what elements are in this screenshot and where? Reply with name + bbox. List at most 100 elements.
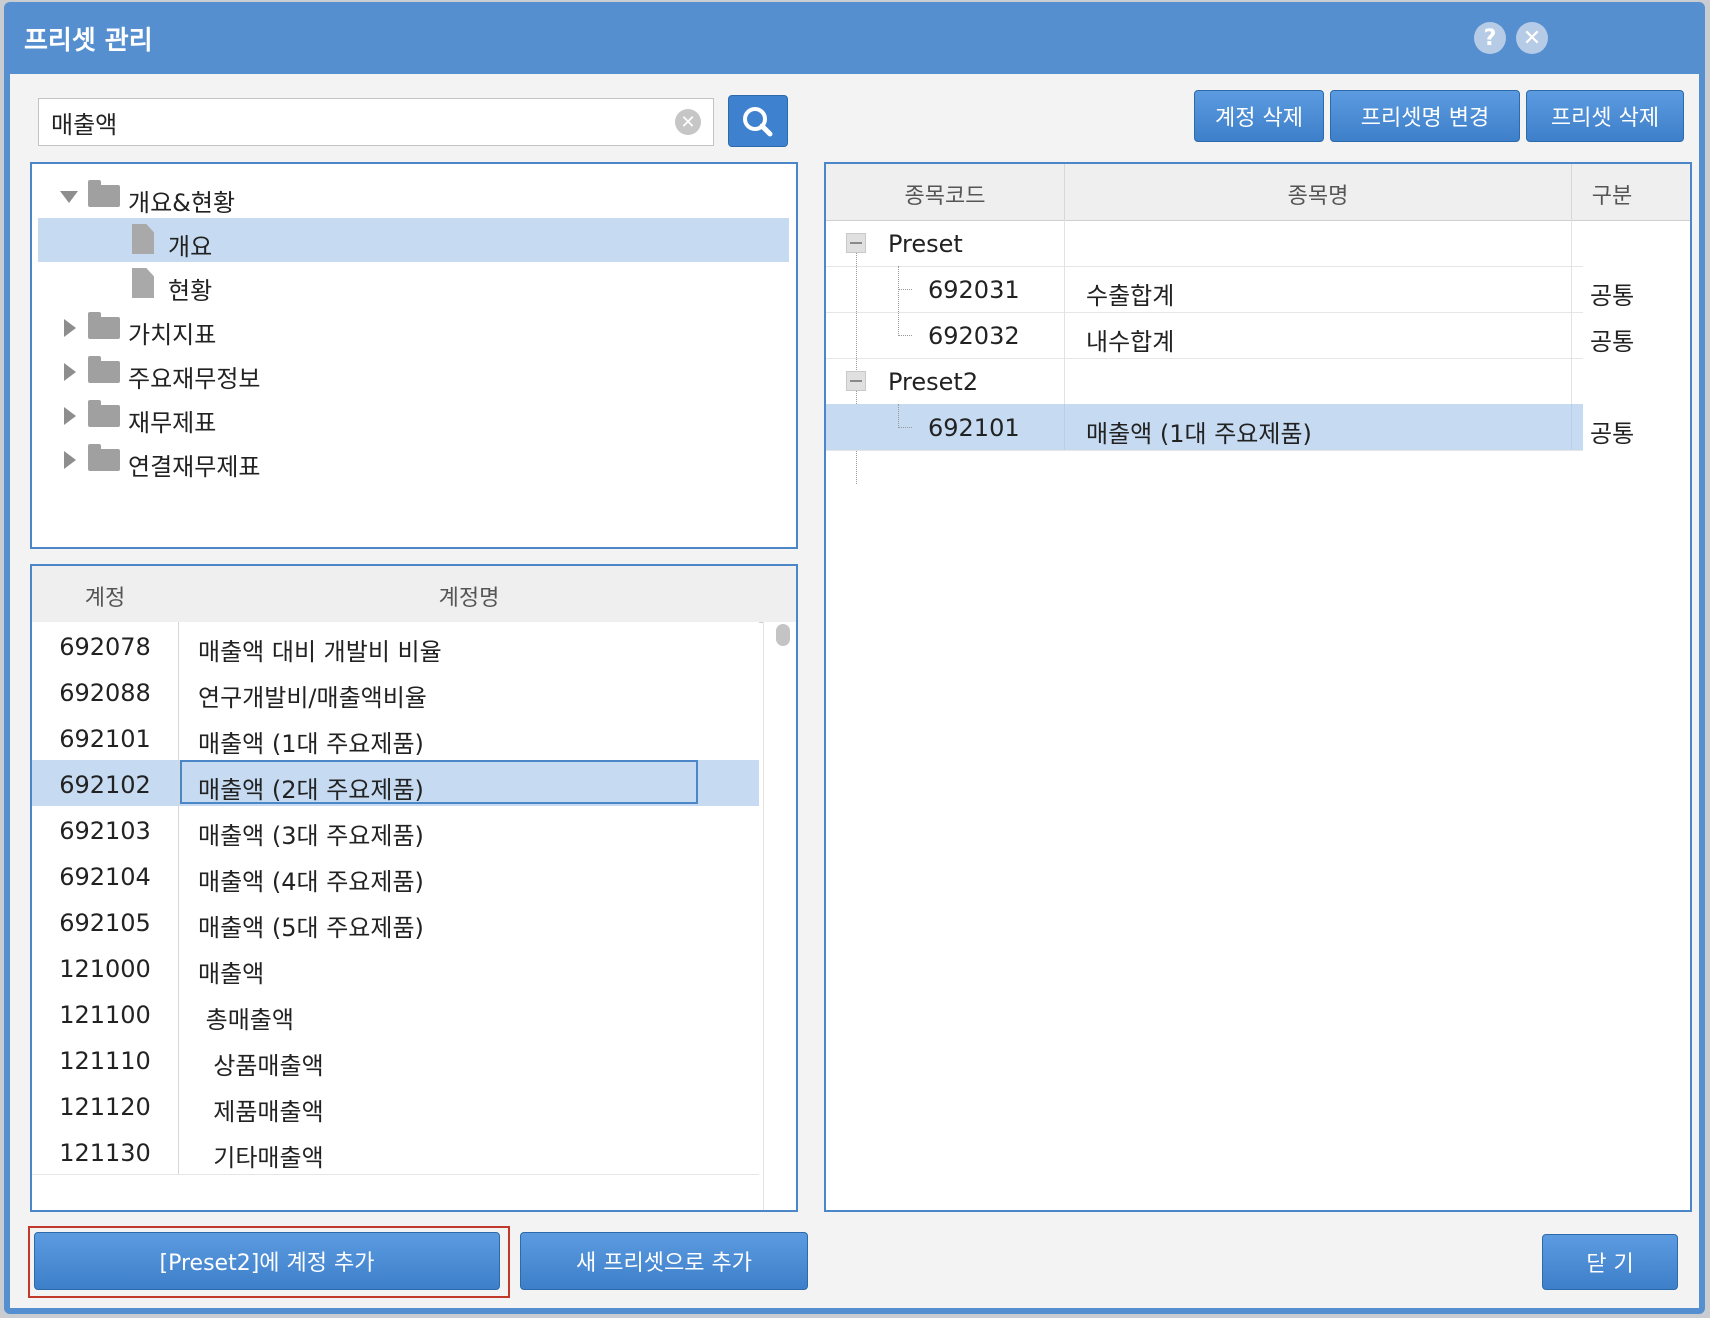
account-code: 121130	[59, 1139, 151, 1167]
search-button[interactable]	[728, 95, 788, 147]
tree-item-status[interactable]: 현황	[32, 262, 796, 306]
table-row[interactable]: 121130 기타매출액	[32, 1128, 759, 1175]
document-icon	[132, 268, 154, 298]
add-to-preset-button[interactable]: [Preset2]에 계정 추가	[34, 1232, 500, 1290]
account-code: 692102	[59, 771, 151, 799]
tree-item-label: 개요&현황	[128, 189, 236, 217]
table-row[interactable]: 692104 매출액 (4대 주요제품)	[32, 852, 759, 899]
search-input[interactable]	[39, 99, 659, 145]
dialog-title: 프리셋 관리	[24, 26, 153, 56]
type-value: 공통	[1590, 282, 1635, 310]
delete-preset-button[interactable]: 프리셋 삭제	[1526, 90, 1684, 142]
account-code: 121110	[59, 1047, 151, 1075]
table-row[interactable]: 692105 매출액 (5대 주요제품)	[32, 898, 759, 945]
help-icon[interactable]: ?	[1474, 22, 1506, 54]
search-box: ✕	[38, 98, 714, 146]
account-name: 매출액 대비 개발비 비율	[198, 638, 442, 666]
preset-group-row[interactable]: Preset	[826, 220, 1583, 267]
collapse-icon[interactable]	[846, 371, 866, 391]
account-name: 매출액	[198, 960, 265, 988]
column-header-name[interactable]: 종목명	[1065, 178, 1571, 210]
table-row[interactable]: 692101 매출액 (1대 주요제품)	[32, 714, 759, 761]
dialog-body: ✕ 계정 삭제 프리셋명 변경 프리셋 삭제 개요&현황 개요	[10, 74, 1699, 1308]
table-row[interactable]: 692031 수출합계 공통	[826, 266, 1634, 313]
tree-item-overview[interactable]: 개요	[38, 218, 789, 262]
account-name: 매출액 (2대 주요제품)	[198, 776, 424, 804]
stock-name: 내수합계	[1086, 328, 1175, 356]
tree-item-label: 재무제표	[128, 409, 217, 437]
scrollbar-thumb[interactable]	[776, 624, 790, 646]
folder-icon	[88, 444, 120, 471]
tree-item-financial-statements[interactable]: 재무제표	[32, 394, 796, 438]
document-icon	[132, 224, 154, 254]
account-code: 692101	[59, 725, 151, 753]
dialog-titlebar: 프리셋 관리 ? ✕	[4, 2, 1705, 74]
table-row[interactable]: 121110 상품매출액	[32, 1036, 759, 1083]
account-code: 121000	[59, 955, 151, 983]
tree-item-key-financials[interactable]: 주요재무정보	[32, 350, 796, 394]
account-code: 692105	[59, 909, 151, 937]
account-code: 692103	[59, 817, 151, 845]
close-icon[interactable]: ✕	[1516, 22, 1548, 54]
account-name: 제품매출액	[198, 1098, 324, 1126]
table-row[interactable]: 692088 연구개발비/매출액비율	[32, 668, 759, 715]
type-value: 공통	[1590, 420, 1635, 448]
account-name: 연구개발비/매출액비율	[198, 684, 427, 712]
stock-code: 692101	[928, 414, 1020, 442]
tree-item-label: 가치지표	[128, 321, 217, 349]
chevron-right-icon[interactable]	[64, 451, 76, 469]
table-row-selected[interactable]: 692101 매출액 (1대 주요제품) 공통	[826, 404, 1634, 451]
account-code: 692088	[59, 679, 151, 707]
stock-code: 692032	[928, 322, 1020, 350]
preset-group-name: Preset	[888, 230, 963, 258]
stock-name: 매출액 (1대 주요제품)	[1086, 420, 1312, 448]
account-name: 총매출액	[198, 1006, 294, 1034]
tree-item-overview-status[interactable]: 개요&현황	[32, 174, 796, 218]
stock-code: 692031	[928, 276, 1020, 304]
account-grid: 계정 계정명 692078 매출액 대비 개발비 비율 692088 연구개발비/매…	[30, 564, 798, 1212]
tree-item-label: 현황	[168, 277, 213, 305]
column-header-code[interactable]: 종목코드	[826, 178, 1064, 210]
table-row[interactable]: 692078 매출액 대비 개발비 비율	[32, 622, 759, 669]
table-row[interactable]: 121000 매출액	[32, 944, 759, 991]
preset-grid-header: 종목코드 종목명 구분	[826, 164, 1690, 221]
add-new-preset-button[interactable]: 새 프리셋으로 추가	[520, 1232, 808, 1290]
preset-grid-body: Preset 692031 수출합계 공통 692032 내수합계 공통 Pre…	[826, 220, 1690, 1210]
chevron-down-icon[interactable]	[60, 191, 78, 203]
chevron-right-icon[interactable]	[64, 407, 76, 425]
table-row-selected[interactable]: 692102 매출액 (2대 주요제품)	[32, 760, 759, 807]
search-icon	[743, 107, 773, 137]
folder-icon	[88, 312, 120, 339]
vertical-scrollbar[interactable]	[763, 622, 796, 1210]
account-name: 매출액 (1대 주요제품)	[198, 730, 424, 758]
table-row[interactable]: 121100 총매출액	[32, 990, 759, 1037]
preset-group-row[interactable]: Preset2	[826, 358, 1583, 405]
column-header-account-name[interactable]: 계정명	[179, 580, 759, 612]
account-grid-header: 계정 계정명	[32, 566, 796, 623]
chevron-right-icon[interactable]	[64, 319, 76, 337]
account-code: 692104	[59, 863, 151, 891]
clear-search-icon[interactable]: ✕	[675, 109, 701, 135]
type-value: 공통	[1590, 328, 1635, 356]
tree-item-value-indicators[interactable]: 가치지표	[32, 306, 796, 350]
close-button[interactable]: 닫 기	[1542, 1234, 1678, 1290]
delete-account-button[interactable]: 계정 삭제	[1194, 90, 1324, 142]
collapse-icon[interactable]	[846, 233, 866, 253]
tree-item-label: 연결재무제표	[128, 453, 261, 481]
column-header-type[interactable]: 구분	[1572, 178, 1652, 210]
table-row[interactable]: 692032 내수합계 공통	[826, 312, 1634, 359]
preset-grid: 종목코드 종목명 구분 Preset 692031 수출합계 공통 692032…	[824, 162, 1692, 1212]
tree-item-consolidated-statements[interactable]: 연결재무제표	[32, 438, 796, 482]
chevron-right-icon[interactable]	[64, 363, 76, 381]
account-name: 매출액 (5대 주요제품)	[198, 914, 424, 942]
table-row[interactable]: 121120 제품매출액	[32, 1082, 759, 1129]
rename-preset-button[interactable]: 프리셋명 변경	[1330, 90, 1520, 142]
account-grid-body: 692078 매출액 대비 개발비 비율 692088 연구개발비/매출액비율 69…	[32, 622, 759, 1210]
folder-icon	[88, 400, 120, 427]
tree-item-label: 개요	[168, 233, 213, 261]
table-row[interactable]: 692103 매출액 (3대 주요제품)	[32, 806, 759, 853]
column-header-account[interactable]: 계정	[32, 580, 178, 612]
account-name: 기타매출액	[198, 1144, 324, 1172]
account-name: 상품매출액	[198, 1052, 324, 1080]
folder-icon	[88, 180, 120, 207]
